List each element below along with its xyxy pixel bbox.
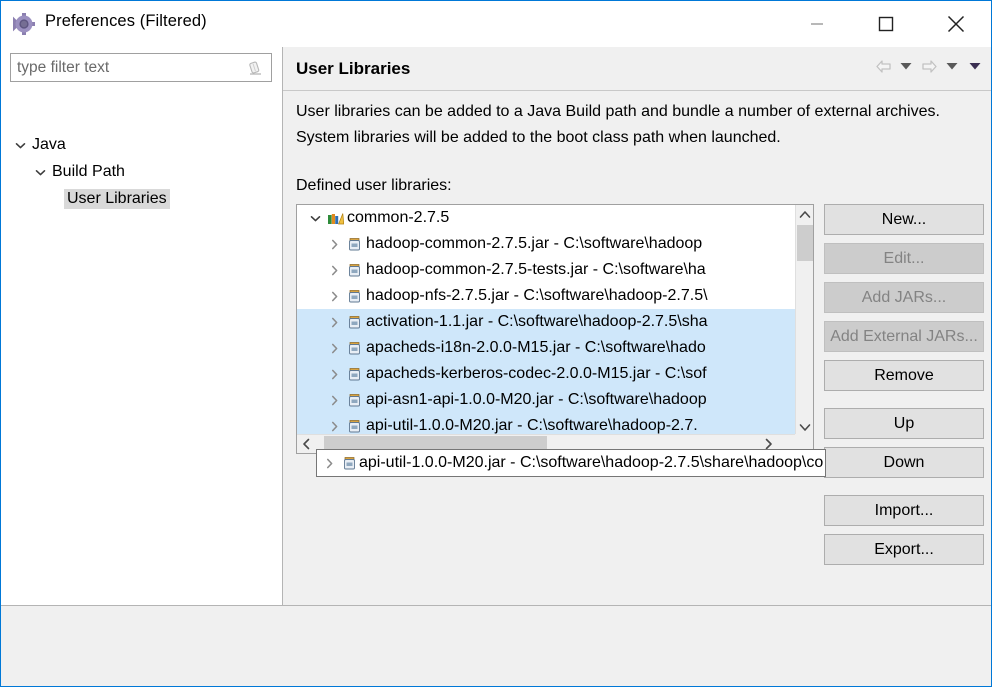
forward-arrow-icon[interactable] — [919, 55, 939, 77]
chevron-right-icon[interactable] — [325, 343, 344, 354]
table-row[interactable]: hadoop-common-2.7.5-tests.jar - C:\softw… — [297, 257, 796, 283]
jar-icon — [344, 315, 364, 330]
page-description: User libraries can be added to a Java Bu… — [296, 103, 940, 146]
row-label: apacheds-i18n-2.0.0-M15.jar - C:\softwar… — [366, 339, 706, 356]
maximize-button[interactable] — [863, 1, 909, 47]
row-label: common-2.7.5 — [347, 209, 450, 226]
preferences-gear-icon — [10, 13, 35, 35]
header-divider — [283, 90, 991, 91]
jar-icon — [344, 263, 364, 278]
forward-dropdown-icon[interactable] — [942, 55, 962, 77]
row-tooltip: api-util-1.0.0-M20.jar - C:\software\had… — [316, 449, 827, 477]
chevron-right-icon[interactable] — [325, 291, 344, 302]
jar-icon — [344, 341, 364, 356]
back-dropdown-icon[interactable] — [896, 55, 916, 77]
chevron-right-icon[interactable] — [325, 317, 344, 328]
remove-button[interactable]: Remove — [824, 360, 984, 391]
edit-button[interactable]: Edit... — [824, 243, 984, 274]
sidebar-item-label: Java — [32, 136, 66, 153]
page-title: User Libraries — [296, 59, 411, 78]
table-row[interactable]: apacheds-i18n-2.0.0-M15.jar - C:\softwar… — [297, 335, 796, 361]
chevron-right-icon — [320, 458, 339, 469]
minimize-button[interactable] — [794, 1, 840, 47]
clear-filter-icon[interactable] — [245, 58, 267, 78]
user-libraries-page: User Libraries User libraries can be add… — [283, 47, 991, 605]
scroll-up-icon[interactable] — [796, 205, 813, 223]
row-label: api-util-1.0.0-M20.jar - C:\software\had… — [366, 417, 698, 434]
chevron-right-icon[interactable] — [325, 239, 344, 250]
chevron-right-icon[interactable] — [325, 395, 344, 406]
close-button[interactable] — [933, 1, 979, 47]
chevron-right-icon[interactable] — [325, 369, 344, 380]
jar-icon — [339, 456, 359, 471]
search-input[interactable] — [17, 57, 232, 79]
window-title: Preferences (Filtered) — [45, 12, 207, 30]
new-button[interactable]: New... — [824, 204, 984, 235]
down-button[interactable]: Down — [824, 447, 984, 478]
row-label: hadoop-nfs-2.7.5.jar - C:\software\hadoo… — [366, 287, 708, 304]
table-row[interactable]: apacheds-kerberos-codec-2.0.0-M15.jar - … — [297, 361, 796, 387]
row-label: hadoop-common-2.7.5-tests.jar - C:\softw… — [366, 261, 706, 278]
table-row[interactable]: activation-1.1.jar - C:\software\hadoop-… — [297, 309, 796, 335]
sidebar-item-java[interactable]: Java — [11, 133, 69, 157]
export-button[interactable]: Export... — [824, 534, 984, 565]
chevron-down-icon — [31, 167, 49, 178]
sidebar-item-user-libraries[interactable]: User Libraries — [64, 187, 170, 211]
dialog-footer: ? Apply and Close Cancel — [1, 606, 991, 686]
table-row[interactable]: common-2.7.5 — [297, 205, 796, 231]
user-library-icon — [325, 211, 345, 226]
table-row[interactable]: hadoop-nfs-2.7.5.jar - C:\software\hadoo… — [297, 283, 796, 309]
table-row[interactable]: hadoop-common-2.7.5.jar - C:\software\ha… — [297, 231, 796, 257]
sidebar-item-build-path[interactable]: Build Path — [31, 160, 128, 184]
scrollbar-thumb[interactable] — [797, 225, 813, 261]
page-navigation-icons — [873, 53, 985, 79]
up-button[interactable]: Up — [824, 408, 984, 439]
chevron-right-icon[interactable] — [325, 265, 344, 276]
jar-icon — [344, 393, 364, 408]
jar-icon — [344, 419, 364, 434]
library-tree-rows: common-2.7.5 hadoop-common-2.7.5.jar - C… — [297, 205, 796, 436]
row-label: activation-1.1.jar - C:\software\hadoop-… — [366, 313, 708, 330]
preferences-dialog: Preferences (Filtered) type filter text … — [0, 0, 992, 687]
sidebar-item-label: Build Path — [52, 163, 125, 180]
add-external-jars-button[interactable]: Add External JARs... — [824, 321, 984, 352]
row-label: hadoop-common-2.7.5.jar - C:\software\ha… — [366, 235, 703, 252]
tooltip-text: api-util-1.0.0-M20.jar - C:\software\had… — [359, 454, 824, 471]
tree-vertical-scrollbar[interactable] — [795, 205, 813, 436]
table-row[interactable]: api-util-1.0.0-M20.jar - C:\software\had… — [297, 413, 796, 436]
view-menu-dropdown-icon[interactable] — [965, 55, 985, 77]
back-arrow-icon[interactable] — [873, 55, 893, 77]
jar-icon — [344, 367, 364, 382]
scroll-left-icon[interactable] — [297, 435, 315, 453]
preferences-sidebar: Java Build Path User Libraries — [1, 47, 282, 605]
chevron-down-icon — [11, 140, 29, 151]
add-jars-button[interactable]: Add JARs... — [824, 282, 984, 313]
chevron-right-icon[interactable] — [325, 421, 344, 432]
sidebar-item-label: User Libraries — [64, 189, 170, 209]
import-button[interactable]: Import... — [824, 495, 984, 526]
jar-icon — [344, 289, 364, 304]
filter-box — [10, 53, 272, 82]
library-tree[interactable]: common-2.7.5 hadoop-common-2.7.5.jar - C… — [296, 204, 814, 454]
chevron-down-icon[interactable] — [306, 213, 325, 224]
row-label: api-asn1-api-1.0.0-M20.jar - C:\software… — [366, 391, 707, 408]
table-row[interactable]: api-asn1-api-1.0.0-M20.jar - C:\software… — [297, 387, 796, 413]
row-label: apacheds-kerberos-codec-2.0.0-M15.jar - … — [366, 365, 707, 382]
title-bar: Preferences (Filtered) — [1, 1, 991, 47]
defined-libraries-label: Defined user libraries: — [296, 177, 452, 194]
jar-icon — [344, 237, 364, 252]
